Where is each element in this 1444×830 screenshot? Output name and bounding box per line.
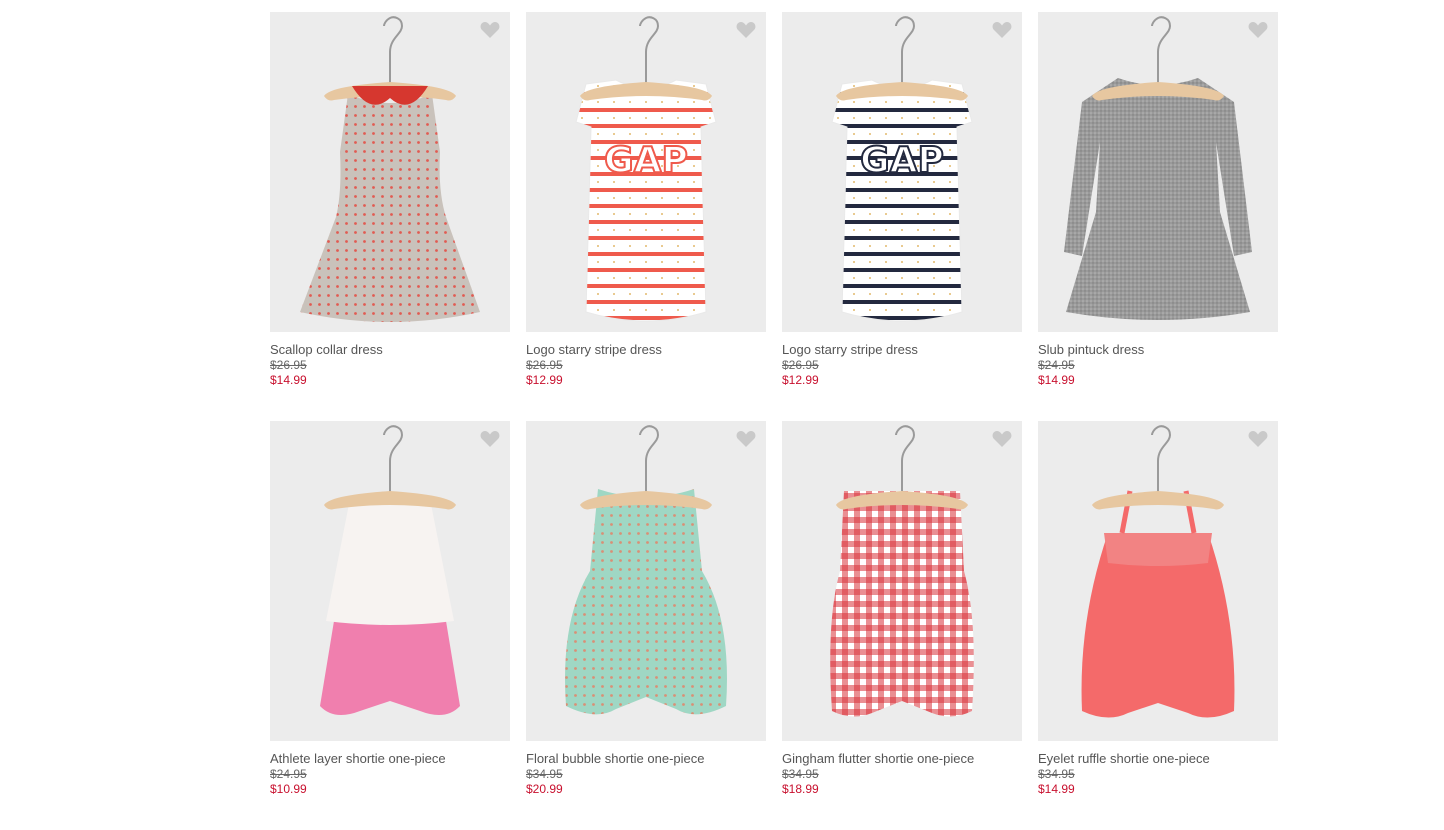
product-info: Logo starry stripe dress $26.95 $12.99 — [526, 332, 766, 388]
product-image — [320, 425, 460, 715]
product-card[interactable]: Eyelet ruffle shortie one-piece $34.95 $14… — [1038, 421, 1278, 830]
sale-price: $14.99 — [270, 373, 307, 387]
product-image — [565, 425, 727, 715]
product-info: Slub pintuck dress $24.95 $14.99 — [1038, 332, 1278, 388]
product-card[interactable]: GAP Logo starry stripe dress $26.95 $12.99 — [526, 12, 766, 421]
product-image: GAP — [575, 16, 717, 322]
product-name[interactable]: Logo starry stripe dress — [526, 342, 766, 358]
product-thumbnail[interactable] — [782, 421, 1022, 741]
sale-price: $12.99 — [782, 373, 819, 387]
heart-icon[interactable] — [1248, 21, 1268, 39]
product-thumbnail[interactable] — [1038, 421, 1278, 741]
original-price: $24.95 — [1038, 358, 1075, 372]
product-info: Athlete layer shortie one-piece $24.95 $10… — [270, 741, 510, 797]
product-name[interactable]: Gingham flutter shortie one-piece — [782, 751, 1022, 767]
garment-shape — [565, 489, 727, 715]
product-name[interactable]: Scallop collar dress — [270, 342, 510, 358]
product-card[interactable]: Scallop collar dress $26.95 $14.99 — [270, 12, 510, 421]
sale-price: $20.99 — [526, 782, 563, 796]
product-name[interactable]: Slub pintuck dress — [1038, 342, 1278, 358]
product-name[interactable]: Eyelet ruffle shortie one-piece — [1038, 751, 1278, 767]
product-thumbnail[interactable] — [270, 12, 510, 332]
product-info: Gingham flutter shortie one-piece $34.95 $… — [782, 741, 1022, 797]
product-card[interactable]: Floral bubble shortie one-piece $34.95 $20… — [526, 421, 766, 830]
product-image — [300, 16, 480, 322]
product-card[interactable]: GAP Logo starry stripe dress $26.95 $12.99 — [782, 12, 1022, 421]
product-thumbnail[interactable]: GAP — [782, 12, 1022, 332]
heart-icon[interactable] — [1248, 430, 1268, 448]
original-price: $24.95 — [270, 767, 307, 781]
garment-shape — [300, 94, 480, 322]
heart-icon[interactable] — [992, 430, 1012, 448]
product-name[interactable]: Floral bubble shortie one-piece — [526, 751, 766, 767]
product-thumbnail[interactable] — [526, 421, 766, 741]
original-price: $34.95 — [1038, 767, 1075, 781]
product-card[interactable]: Athlete layer shortie one-piece $24.95 $10… — [270, 421, 510, 830]
svg-text:GAP: GAP — [860, 140, 944, 181]
product-thumbnail[interactable]: GAP — [526, 12, 766, 332]
garment-shape — [575, 79, 717, 322]
original-price: $26.95 — [270, 358, 307, 372]
garment-shape — [830, 491, 974, 717]
heart-icon[interactable] — [992, 21, 1012, 39]
original-price: $34.95 — [526, 767, 563, 781]
product-image: GAP — [831, 16, 973, 322]
product-name[interactable]: Athlete layer shortie one-piece — [270, 751, 510, 767]
garment-shape — [1064, 78, 1252, 320]
product-card[interactable]: Gingham flutter shortie one-piece $34.95 $… — [782, 421, 1022, 830]
sale-price: $18.99 — [782, 782, 819, 796]
original-price: $26.95 — [782, 358, 819, 372]
garment-shape — [320, 499, 460, 715]
product-thumbnail[interactable] — [1038, 12, 1278, 332]
original-price: $26.95 — [526, 358, 563, 372]
svg-text:GAP: GAP — [604, 140, 688, 181]
product-thumbnail[interactable] — [270, 421, 510, 741]
product-info: Scallop collar dress $26.95 $14.99 — [270, 332, 510, 388]
sale-price: $14.99 — [1038, 373, 1075, 387]
sale-price: $10.99 — [270, 782, 307, 796]
heart-icon[interactable] — [736, 430, 756, 448]
product-info: Floral bubble shortie one-piece $34.95 $20… — [526, 741, 766, 797]
garment-shape — [831, 79, 973, 322]
sale-price: $12.99 — [526, 373, 563, 387]
product-info: Logo starry stripe dress $26.95 $12.99 — [782, 332, 1022, 388]
product-name[interactable]: Logo starry stripe dress — [782, 342, 1022, 358]
sale-price: $14.99 — [1038, 782, 1075, 796]
product-image — [1064, 16, 1252, 320]
product-grid: Scallop collar dress $26.95 $14.99 GAP Logo … — [270, 12, 1278, 830]
garment-shape — [1081, 490, 1235, 718]
heart-icon[interactable] — [480, 430, 500, 448]
original-price: $34.95 — [782, 767, 819, 781]
product-card[interactable]: Slub pintuck dress $24.95 $14.99 — [1038, 12, 1278, 421]
heart-icon[interactable] — [736, 21, 756, 39]
product-info: Eyelet ruffle shortie one-piece $34.95 $14… — [1038, 741, 1278, 797]
heart-icon[interactable] — [480, 21, 500, 39]
product-image — [1081, 425, 1235, 718]
product-image — [830, 425, 974, 717]
